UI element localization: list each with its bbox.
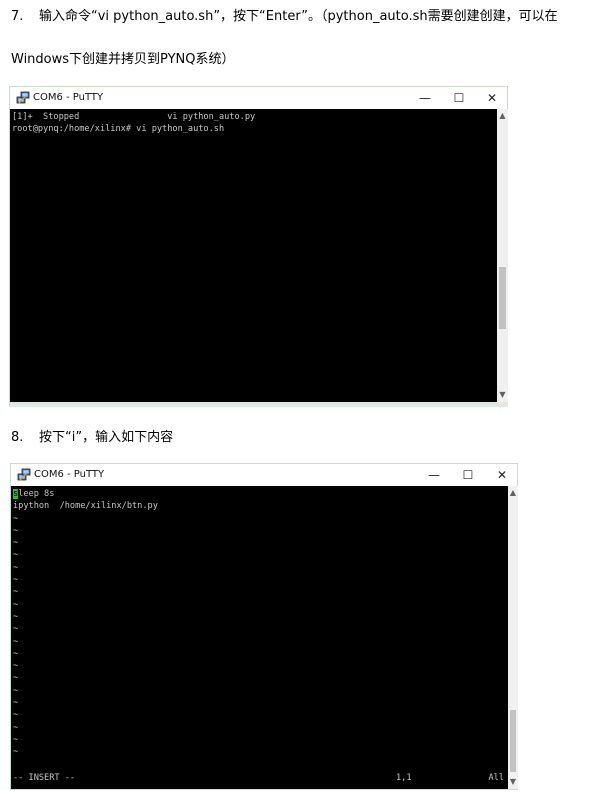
title-bar[interactable]: COM6 - PuTTY — ☐ ✕: [11, 464, 517, 486]
putty-icon: [16, 91, 30, 104]
putty-window-2: COM6 - PuTTY — ☐ ✕ sleep 8s ipython /hom…: [10, 463, 518, 790]
terminal-line: [1]+ Stopped vi python_auto.py: [12, 112, 256, 122]
step-8-line: 8. 按下“i”，输入如下内容: [11, 430, 173, 446]
close-button[interactable]: ✕: [475, 87, 509, 109]
tilde-line: ~: [13, 599, 19, 610]
insert-mode-indicator: -- INSERT --: [13, 773, 76, 783]
scroll-position: All: [488, 773, 504, 783]
terminal-area[interactable]: [1]+ Stopped vi python_auto.py root@pynq…: [10, 109, 497, 402]
tilde-line: ~: [13, 562, 19, 573]
scrollbar[interactable]: ▲ ▼: [497, 109, 508, 402]
scrollbar-thumb[interactable]: [510, 710, 516, 772]
tilde-line: ~: [13, 698, 19, 709]
scroll-down-arrow-icon[interactable]: ▼: [497, 388, 508, 402]
step-8-number: 8.: [11, 430, 24, 445]
step-7-line-1: 7. 输入命令“vi python_auto.sh”，按下“Enter”。（pyt…: [11, 9, 558, 25]
scroll-up-arrow-icon[interactable]: ▲: [508, 486, 518, 500]
window-title: COM6 - PuTTY: [33, 92, 104, 103]
putty-icon: [17, 468, 31, 481]
close-button[interactable]: ✕: [485, 464, 519, 486]
tilde-line: ~: [13, 722, 19, 733]
terminal-area[interactable]: sleep 8s ipython /home/xilinx/btn.py ~ ~…: [11, 486, 508, 789]
scroll-down-arrow-icon[interactable]: ▼: [508, 775, 518, 789]
scrollbar-thumb[interactable]: [499, 267, 506, 329]
tilde-line: ~: [13, 575, 19, 586]
window-bottom-border: [10, 402, 508, 407]
minimize-button[interactable]: —: [417, 464, 451, 486]
step-8-text: 按下“i”，输入如下内容: [39, 430, 174, 445]
title-bar[interactable]: COM6 - PuTTY — ☐ ✕: [10, 87, 507, 109]
tilde-line: ~: [13, 538, 19, 549]
tilde-line: ~: [13, 513, 19, 524]
buffer-line: ipython /home/xilinx/btn.py: [13, 501, 158, 512]
window-title: COM6 - PuTTY: [34, 469, 105, 480]
tilde-line: ~: [13, 624, 19, 635]
cursor-position: 1,1: [396, 773, 412, 783]
terminal-line: root@pynq:/home/xilinx# vi python_auto.s…: [12, 124, 225, 135]
tilde-line: ~: [13, 747, 19, 758]
vim-buffer: sleep 8s ipython /home/xilinx/btn.py ~ ~…: [13, 488, 158, 759]
tilde-line: ~: [13, 673, 19, 684]
buffer-line: leep 8s: [18, 489, 55, 499]
tilde-line: ~: [13, 685, 19, 696]
scroll-up-arrow-icon[interactable]: ▲: [497, 109, 508, 123]
terminal-output: [1]+ Stopped vi python_auto.py root@pynq…: [12, 111, 255, 136]
maximize-button[interactable]: ☐: [451, 464, 485, 486]
vim-status-line: -- INSERT -- 1,1 All: [13, 772, 504, 785]
scrollbar[interactable]: ▲ ▼: [508, 486, 518, 789]
tilde-line: ~: [13, 636, 19, 647]
tilde-line: ~: [13, 525, 19, 536]
tilde-line: ~: [13, 587, 19, 598]
tilde-line: ~: [13, 734, 19, 745]
maximize-button[interactable]: ☐: [442, 87, 476, 109]
putty-window-1: COM6 - PuTTY — ☐ ✕ [1]+ Stopped vi pytho…: [9, 86, 508, 407]
tilde-line: ~: [13, 710, 19, 721]
step-7-text: 输入命令“vi python_auto.sh”，按下“Enter”。（pytho…: [39, 9, 558, 24]
tilde-line: ~: [13, 661, 19, 672]
tilde-line: ~: [13, 550, 19, 561]
tilde-line: ~: [13, 611, 19, 622]
step-7-line-2: Windows下创建并拷贝到PYNQ系统）: [11, 52, 235, 67]
step-7-number: 7.: [11, 9, 24, 24]
minimize-button[interactable]: —: [408, 87, 442, 109]
tilde-line: ~: [13, 648, 19, 659]
